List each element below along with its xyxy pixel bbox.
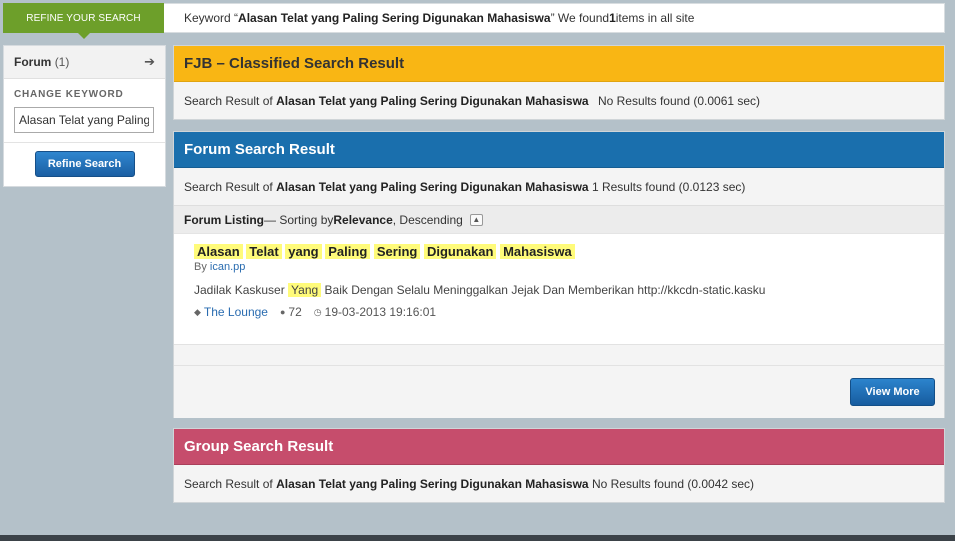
list-spacer (174, 345, 944, 366)
category-link[interactable]: The Lounge (204, 305, 268, 319)
reply-count: 72 (288, 305, 302, 319)
highlighted-word: Paling (325, 244, 371, 259)
arrow-right-icon[interactable]: ➔ (144, 54, 155, 70)
snippet-after: Baik Dengan Selalu Meninggalkan Jejak Da… (321, 283, 766, 297)
forum-result-status: 1 Results found (0.0123 sec) (591, 179, 746, 194)
fjb-result-line: Search Result of Alasan Telat yang Palin… (174, 82, 944, 119)
group-panel-title: Group Search Result (174, 429, 944, 465)
result-count: 1 (609, 11, 616, 25)
by-label: By (194, 261, 210, 273)
refine-tab-label: REFINE YOUR SEARCH (26, 12, 141, 24)
thread-snippet: Jadilak Kaskuser Yang Baik Dengan Selalu… (194, 283, 944, 297)
forum-listing-label: Forum Listing (184, 212, 264, 227)
highlighted-word: Digunakan (423, 244, 497, 259)
group-result-prefix: Search Result of (184, 476, 273, 491)
refine-search-button[interactable]: Refine Search (34, 151, 135, 177)
sort-prefix: — Sorting by (264, 212, 334, 227)
author-link[interactable]: ican.pp (210, 261, 245, 273)
refine-sidebar: Forum (1) ➔ CHANGE KEYWORD Refine Search (3, 45, 166, 187)
forum-panel-title: Forum Search Result (174, 132, 944, 168)
snippet-highlight: Yang (288, 283, 322, 297)
group-result-keyword: Alasan Telat yang Paling Sering Digunaka… (276, 476, 589, 491)
keyword-summary-bar: Keyword “Alasan Telat yang Paling Sering… (164, 3, 945, 33)
fjb-panel-title: FJB – Classified Search Result (174, 46, 944, 82)
fjb-result-panel: FJB – Classified Search Result Search Re… (173, 45, 945, 120)
thread-meta: ◆ The Lounge ● 72 ◷ 19-03-2013 19:16:01 (194, 305, 944, 319)
sidebar-divider (4, 142, 165, 143)
forum-result-line: Search Result of Alasan Telat yang Palin… (174, 168, 944, 205)
sort-order[interactable]: , Descending (393, 213, 463, 227)
forum-filter-label: Forum (14, 55, 52, 69)
snippet-before: Jadilak Kaskuser (194, 283, 289, 297)
highlighted-word: Telat (246, 244, 282, 259)
tag-icon: ◆ (194, 306, 201, 317)
page-bottom-bar (0, 535, 955, 541)
highlighted-word: Alasan (194, 244, 243, 259)
keyword-prefix: Keyword “ (184, 11, 239, 25)
highlighted-word: Sering (373, 244, 421, 259)
thread-date: 19-03-2013 19:16:01 (324, 305, 437, 319)
fjb-result-prefix: Search Result of (184, 93, 273, 108)
group-result-panel: Group Search Result Search Result of Ala… (173, 428, 945, 503)
count-suffix: items in all site (615, 11, 695, 25)
keyword-text: Alasan Telat yang Paling Sering Digunaka… (238, 11, 551, 25)
clock-icon: ◷ (313, 306, 322, 317)
keyword-suffix: ” We found (550, 11, 610, 25)
forum-result-prefix: Search Result of (184, 179, 273, 194)
group-result-status: No Results found (0.0042 sec) (591, 476, 755, 491)
view-more-row: View More (174, 366, 944, 418)
sidebar-item-forum[interactable]: Forum (1) ➔ (4, 46, 165, 79)
forum-result-panel: Forum Search Result Search Result of Ala… (173, 131, 945, 418)
thread-title-link[interactable]: Alasan Telat yang Paling Sering Digunaka… (194, 244, 944, 259)
refine-your-search-tab[interactable]: REFINE YOUR SEARCH (3, 3, 164, 39)
highlighted-word: yang (285, 244, 322, 259)
sort-field[interactable]: Relevance (333, 213, 392, 227)
list-item: Alasan Telat yang Paling Sering Digunaka… (174, 234, 944, 345)
fjb-result-status: No Results found (0.0061 sec) (597, 93, 761, 108)
forum-filter-count: (1) (54, 55, 70, 69)
comment-icon: ● (279, 307, 286, 317)
fjb-result-keyword: Alasan Telat yang Paling Sering Digunaka… (276, 93, 589, 108)
change-keyword-label: CHANGE KEYWORD (14, 89, 124, 100)
thread-author-line: By ican.pp (194, 261, 944, 273)
group-result-line: Search Result of Alasan Telat yang Palin… (174, 465, 944, 502)
highlighted-word: Mahasiswa (500, 244, 575, 259)
keyword-input[interactable] (14, 107, 154, 133)
forum-result-keyword: Alasan Telat yang Paling Sering Digunaka… (276, 179, 589, 194)
forum-listing-header: Forum Listing — Sorting by Relevance, De… (174, 205, 944, 234)
collapse-icon[interactable]: ▲ (469, 213, 483, 226)
view-more-button[interactable]: View More (850, 378, 935, 406)
